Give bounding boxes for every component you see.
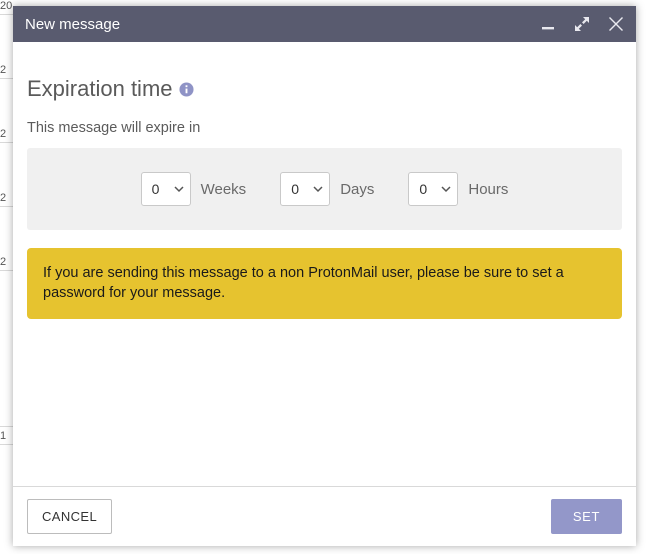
hours-group: 0 Hours [408,172,508,206]
weeks-select[interactable]: 0 [141,172,191,206]
chevron-down-icon [313,184,323,194]
weeks-group: 0 Weeks [141,172,247,206]
chevron-down-icon [174,184,184,194]
duration-picker-row: 0 Weeks 0 Days 0 [27,148,622,230]
expand-icon[interactable] [574,16,590,32]
bg-tick: 2 [0,64,14,76]
bg-grid [0,444,14,445]
bg-tick: 2 [0,128,14,140]
compose-modal: New message Expiration time This message… [13,6,636,546]
bg-grid [0,270,14,271]
modal-footer: CANCEL SET [13,486,636,546]
bg-tick: 20 [0,0,14,12]
weeks-value: 0 [152,181,160,197]
days-select[interactable]: 0 [280,172,330,206]
bg-grid [0,78,14,79]
set-button[interactable]: SET [551,499,622,534]
weeks-label: Weeks [201,181,247,198]
bg-grid [0,14,14,15]
expiration-heading: Expiration time [27,76,622,102]
bg-tick: 1 [0,430,14,442]
days-label: Days [340,181,374,198]
close-icon[interactable] [608,16,624,32]
bg-grid [0,206,14,207]
chevron-down-icon [441,184,451,194]
bg-tick: 2 [0,192,14,204]
password-warning: If you are sending this message to a non… [27,248,622,319]
titlebar: New message [13,6,636,42]
modal-body: Expiration time This message will expire… [13,42,636,486]
bg-grid [0,426,14,427]
window-title: New message [25,16,540,33]
info-icon[interactable] [179,82,194,97]
minimize-icon[interactable] [540,16,556,32]
days-group: 0 Days [280,172,374,206]
bg-grid [0,142,14,143]
titlebar-controls [540,16,624,32]
hours-value: 0 [419,181,427,197]
bg-tick: 2 [0,256,14,268]
cancel-button[interactable]: CANCEL [27,499,112,534]
hours-label: Hours [468,181,508,198]
hours-select[interactable]: 0 [408,172,458,206]
expiration-subheading: This message will expire in [27,120,622,136]
days-value: 0 [291,181,299,197]
heading-text: Expiration time [27,76,173,102]
